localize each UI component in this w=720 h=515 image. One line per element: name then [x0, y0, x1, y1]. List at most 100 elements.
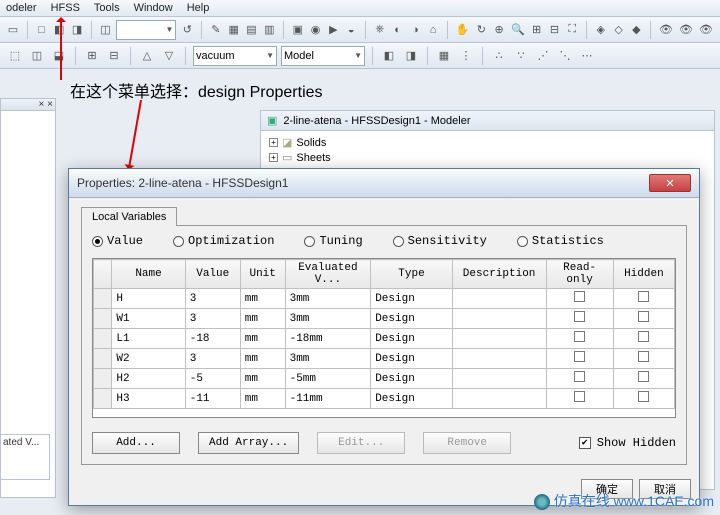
tool-icon[interactable]: ▭ — [6, 21, 20, 39]
cell-evaluated[interactable]: 3mm — [285, 349, 371, 369]
tool-icon[interactable]: △ — [138, 47, 156, 65]
tool-icon[interactable]: ⌂ — [426, 21, 440, 39]
cell-unit[interactable]: mm — [240, 349, 285, 369]
tool-icon[interactable]: ⎈ — [373, 21, 387, 39]
row-header[interactable] — [94, 309, 112, 329]
tool-icon[interactable]: ◫ — [99, 21, 113, 39]
cell-readonly[interactable] — [546, 369, 613, 389]
cell-readonly[interactable] — [546, 349, 613, 369]
tool-icon[interactable]: ◐ — [391, 21, 405, 39]
cell-description[interactable] — [452, 289, 546, 309]
cell-evaluated[interactable]: 3mm — [285, 309, 371, 329]
material-combo[interactable]: vacuum▼ — [193, 46, 277, 66]
col-value[interactable]: Value — [185, 260, 240, 289]
col-unit[interactable]: Unit — [240, 260, 285, 289]
tool-icon[interactable]: ◨ — [70, 21, 84, 39]
cell-value[interactable]: 3 — [185, 289, 240, 309]
col-type[interactable]: Type — [371, 260, 453, 289]
row-header[interactable] — [94, 369, 112, 389]
cell-description[interactable] — [452, 389, 546, 409]
tool-icon[interactable]: ⊟ — [105, 47, 123, 65]
toolbar-combo[interactable]: ▼ — [116, 20, 176, 40]
cell-value[interactable]: -11 — [185, 389, 240, 409]
radio-tuning[interactable]: Tuning — [304, 234, 362, 248]
cell-name[interactable]: W1 — [112, 309, 185, 329]
cell-type[interactable]: Design — [371, 289, 453, 309]
tool-icon[interactable]: ◫ — [28, 47, 46, 65]
col-name[interactable]: Name — [112, 260, 185, 289]
cell-type[interactable]: Design — [371, 309, 453, 329]
cell-name[interactable]: H — [112, 289, 185, 309]
row-header[interactable] — [94, 289, 112, 309]
cell-unit[interactable]: mm — [240, 309, 285, 329]
cell-description[interactable] — [452, 309, 546, 329]
radio-optimization[interactable]: Optimization — [173, 234, 274, 248]
add-array-button[interactable]: Add Array... — [198, 432, 299, 454]
tool-icon[interactable]: ▦ — [227, 21, 241, 39]
tool-icon[interactable]: ✎ — [209, 21, 223, 39]
tool-icon[interactable]: ▤ — [245, 21, 259, 39]
radio-value[interactable]: Value — [92, 234, 143, 248]
tool-icon[interactable]: ▶ — [327, 21, 341, 39]
tool-icon[interactable]: ⊞ — [83, 47, 101, 65]
cell-value[interactable]: 3 — [185, 349, 240, 369]
table-row[interactable]: L1-18mm-18mmDesign — [94, 329, 675, 349]
cell-hidden[interactable] — [613, 369, 674, 389]
zoom-out-icon[interactable]: ⊟ — [548, 21, 562, 39]
cell-unit[interactable]: mm — [240, 289, 285, 309]
table-row[interactable]: H3-11mm-11mmDesign — [94, 389, 675, 409]
zoom-in-icon[interactable]: ⊞ — [530, 21, 544, 39]
tool-icon[interactable]: ⋰ — [534, 47, 552, 65]
panel-close-icon[interactable]: × × — [39, 99, 53, 110]
cell-hidden[interactable] — [613, 309, 674, 329]
cell-hidden[interactable] — [613, 289, 674, 309]
table-row[interactable]: H2-5mm-5mmDesign — [94, 369, 675, 389]
tool-icon[interactable]: ▣ — [291, 21, 305, 39]
cell-hidden[interactable] — [613, 329, 674, 349]
col-hidden[interactable]: Hidden — [613, 260, 674, 289]
cell-evaluated[interactable]: -5mm — [285, 369, 371, 389]
tool-icon[interactable]: ▥ — [262, 21, 276, 39]
cell-evaluated[interactable]: -11mm — [285, 389, 371, 409]
fit-icon[interactable]: ⛶ — [565, 21, 579, 39]
add-button[interactable]: Add... — [92, 432, 180, 454]
cell-value[interactable]: 3 — [185, 309, 240, 329]
tool-icon[interactable]: ∵ — [512, 47, 530, 65]
row-header[interactable] — [94, 349, 112, 369]
cell-type[interactable]: Design — [371, 349, 453, 369]
row-header[interactable] — [94, 389, 112, 409]
cell-type[interactable]: Design — [371, 369, 453, 389]
tool-icon[interactable]: ⊕ — [492, 21, 506, 39]
tree-item-solids[interactable]: + ◪ Solids — [269, 135, 706, 150]
col-evaluated[interactable]: Evaluated V... — [285, 260, 371, 289]
tool-icon[interactable]: □ — [35, 21, 49, 39]
menu-help[interactable]: Help — [187, 2, 210, 14]
cell-type[interactable]: Design — [371, 389, 453, 409]
row-header[interactable] — [94, 329, 112, 349]
tool-icon[interactable]: ∴ — [490, 47, 508, 65]
cell-name[interactable]: H2 — [112, 369, 185, 389]
cell-readonly[interactable] — [546, 289, 613, 309]
tool-icon[interactable]: ◨ — [402, 47, 420, 65]
tool-icon[interactable]: ⋮ — [457, 47, 475, 65]
tree-item-sheets[interactable]: + ▭ Sheets — [269, 150, 706, 165]
remove-button[interactable]: Remove — [423, 432, 511, 454]
cell-description[interactable] — [452, 329, 546, 349]
cell-evaluated[interactable]: -18mm — [285, 329, 371, 349]
col-readonly[interactable]: Read-only — [546, 260, 613, 289]
radio-sensitivity[interactable]: Sensitivity — [393, 234, 487, 248]
cell-hidden[interactable] — [613, 389, 674, 409]
cell-description[interactable] — [452, 369, 546, 389]
tool-icon[interactable]: ↺ — [180, 21, 194, 39]
cell-name[interactable]: H3 — [112, 389, 185, 409]
table-row[interactable]: W23mm3mmDesign — [94, 349, 675, 369]
tool-icon[interactable]: ◑ — [408, 21, 422, 39]
tool-icon[interactable]: ⋯ — [578, 47, 596, 65]
model-combo[interactable]: Model▼ — [281, 46, 365, 66]
cell-value[interactable]: -5 — [185, 369, 240, 389]
visibility-icon[interactable]: 👁 — [658, 21, 674, 39]
cell-name[interactable]: L1 — [112, 329, 185, 349]
dialog-title-bar[interactable]: Properties: 2-line-atena - HFSSDesign1 ✕ — [69, 169, 699, 198]
tool-icon[interactable]: ◒ — [344, 21, 358, 39]
variables-table[interactable]: Name Value Unit Evaluated V... Type Desc… — [92, 258, 676, 418]
